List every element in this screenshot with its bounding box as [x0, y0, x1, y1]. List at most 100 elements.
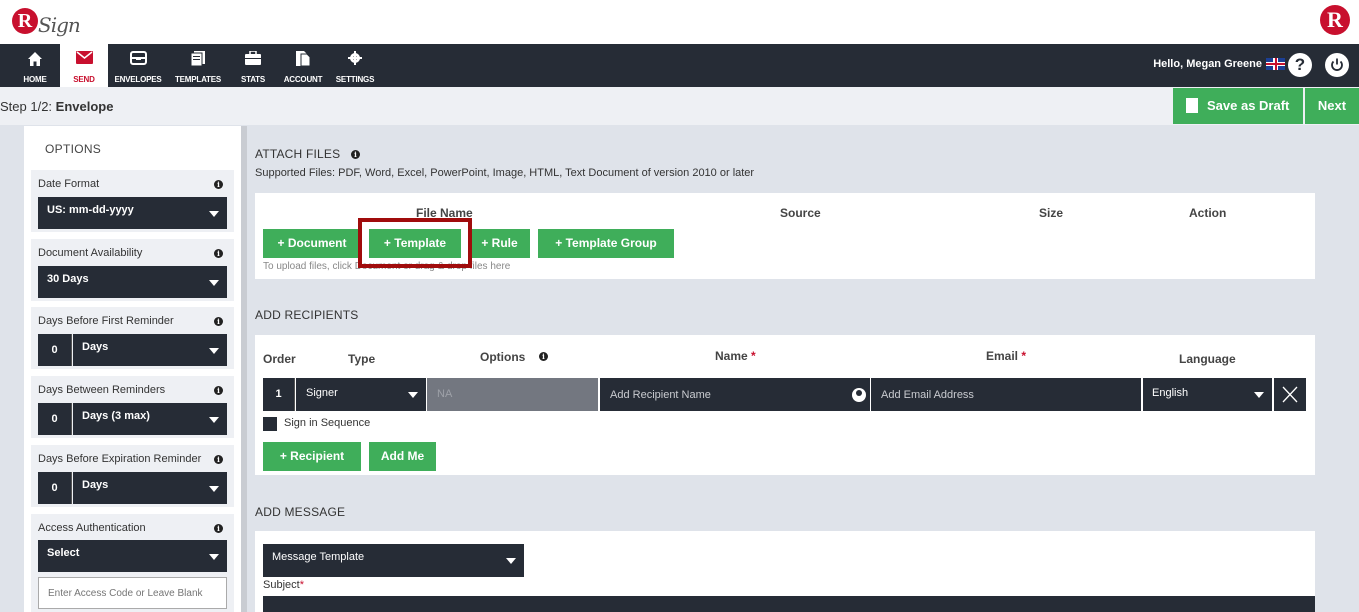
message-card: Message Template Subject*	[255, 531, 1315, 612]
supported-files-text: Supported Files: PDF, Word, Excel, Power…	[255, 167, 755, 179]
add-me-button[interactable]: Add Me	[369, 442, 436, 471]
between-reminders-group: Days Between Reminders i 0 Days (3 max)	[31, 376, 234, 438]
access-auth-group: Access Authentication i Select	[31, 514, 234, 612]
document-icon	[1186, 98, 1198, 113]
uk-flag-icon[interactable]	[1266, 58, 1285, 70]
brand-bar: R Sign R	[0, 0, 1359, 44]
options-title: OPTIONS	[45, 142, 102, 156]
nav-send[interactable]: SEND	[60, 44, 108, 87]
template-button-highlight	[358, 218, 472, 268]
nav-settings[interactable]: SETTINGS	[332, 44, 378, 87]
info-icon[interactable]: i	[214, 455, 223, 464]
chevron-down-icon	[408, 392, 418, 398]
add-document-button[interactable]: + Document	[263, 229, 361, 258]
recipient-language-select[interactable]: English	[1143, 378, 1272, 411]
add-recipients-title: ADD RECIPIENTS	[255, 308, 359, 322]
chevron-down-icon	[209, 417, 219, 423]
gear-icon	[332, 51, 378, 67]
availability-select[interactable]: 30 Days	[38, 266, 227, 298]
logo-r-icon: R	[12, 8, 38, 34]
info-icon[interactable]: i	[214, 317, 223, 326]
options-panel: OPTIONS Date Format i US: mm-dd-yyyy Doc…	[24, 126, 242, 612]
add-message-title: ADD MESSAGE	[255, 505, 346, 519]
info-icon[interactable]: i	[214, 249, 223, 258]
logo-script: Sign	[38, 13, 81, 37]
add-recipient-button[interactable]: + Recipient	[263, 442, 361, 471]
col-size: Size	[1039, 206, 1064, 220]
inbox-icon	[110, 51, 166, 67]
info-icon[interactable]: i	[351, 150, 360, 159]
col-source: Source	[780, 206, 821, 220]
subject-label: Subject*	[263, 579, 304, 591]
date-format-group: Date Format i US: mm-dd-yyyy	[31, 170, 234, 232]
between-reminders-number[interactable]: 0	[38, 403, 72, 435]
save-draft-button[interactable]: Save as Draft	[1173, 88, 1303, 124]
home-icon	[10, 51, 60, 67]
chevron-down-icon	[209, 486, 219, 492]
recipient-email-input[interactable]: Add Email Address	[871, 378, 1141, 411]
message-template-select[interactable]: Message Template	[263, 544, 524, 577]
sign-in-sequence-checkbox[interactable]	[263, 417, 277, 431]
add-rule-button[interactable]: + Rule	[469, 229, 530, 258]
recipient-name-input[interactable]: Add Recipient Name	[600, 378, 870, 411]
expiration-reminder-group: Days Before Expiration Reminder i 0 Days	[31, 445, 234, 507]
rsign-logo[interactable]: R Sign	[12, 5, 81, 37]
step-indicator: Step 1/2: Envelope	[0, 99, 114, 114]
recipients-card: Order Type Options i Name * Email * Lang…	[255, 335, 1315, 475]
chevron-down-icon	[209, 348, 219, 354]
info-icon[interactable]: i	[214, 180, 223, 189]
user-icon[interactable]	[852, 388, 866, 402]
col-action: Action	[1189, 206, 1227, 220]
col-options: Options	[480, 350, 526, 364]
next-button[interactable]: Next	[1305, 88, 1359, 124]
expiration-reminder-number[interactable]: 0	[38, 472, 72, 504]
sign-in-sequence-label: Sign in Sequence	[284, 417, 371, 429]
recipient-options-field: NA	[427, 378, 598, 411]
first-reminder-unit-select[interactable]: Days	[73, 334, 227, 366]
date-format-select[interactable]: US: mm-dd-yyyy	[38, 197, 227, 229]
nav-templates[interactable]: TEMPLATES	[170, 44, 226, 87]
recipient-order[interactable]: 1	[263, 378, 295, 411]
templates-icon	[170, 51, 226, 67]
briefcase-icon	[232, 50, 274, 67]
add-template-group-button[interactable]: + Template Group	[538, 229, 674, 258]
logout-power-icon[interactable]	[1325, 53, 1349, 77]
help-icon[interactable]: ?	[1288, 53, 1312, 77]
chevron-down-icon	[1254, 392, 1264, 398]
user-greeting: Hello, Megan Greene	[1153, 58, 1262, 70]
step-bar: Step 1/2: Envelope	[0, 87, 1359, 125]
availability-group: Document Availability i 30 Days	[31, 239, 234, 301]
envelope-icon	[60, 51, 108, 67]
between-reminders-unit-select[interactable]: Days (3 max)	[73, 403, 227, 435]
close-icon	[1282, 386, 1298, 403]
account-icon	[280, 51, 326, 67]
remove-recipient-button[interactable]	[1274, 378, 1306, 411]
chevron-down-icon	[209, 280, 219, 286]
nav-home[interactable]: HOME	[10, 44, 60, 87]
access-auth-select[interactable]: Select	[38, 540, 227, 572]
company-logo-icon: R	[1320, 5, 1350, 35]
info-icon[interactable]: i	[539, 352, 548, 361]
chevron-down-icon	[209, 554, 219, 560]
attach-files-card[interactable]: File Name Source Size Action + Document …	[255, 193, 1315, 279]
col-name: Name *	[715, 349, 756, 363]
chevron-down-icon	[209, 211, 219, 217]
col-type: Type	[348, 352, 376, 366]
recipient-type-select[interactable]: Signer	[296, 378, 426, 411]
access-code-input[interactable]	[38, 577, 227, 609]
nav-envelopes[interactable]: ENVELOPES	[110, 44, 166, 87]
nav-account[interactable]: ACCOUNT	[280, 44, 326, 87]
main-content: ATTACH FILES i Supported Files: PDF, Wor…	[247, 126, 1337, 612]
info-icon[interactable]: i	[214, 524, 223, 533]
info-icon[interactable]: i	[214, 386, 223, 395]
nav-stats[interactable]: STATS	[232, 44, 274, 87]
col-order: Order	[263, 352, 296, 366]
col-language: Language	[1179, 352, 1236, 366]
first-reminder-group: Days Before First Reminder i 0 Days	[31, 307, 234, 369]
expiration-reminder-unit-select[interactable]: Days	[73, 472, 227, 504]
subject-input[interactable]	[263, 596, 1315, 612]
attach-files-title: ATTACH FILES	[255, 147, 341, 161]
first-reminder-number[interactable]: 0	[38, 334, 72, 366]
col-email: Email *	[986, 349, 1027, 363]
chevron-down-icon	[506, 558, 516, 564]
